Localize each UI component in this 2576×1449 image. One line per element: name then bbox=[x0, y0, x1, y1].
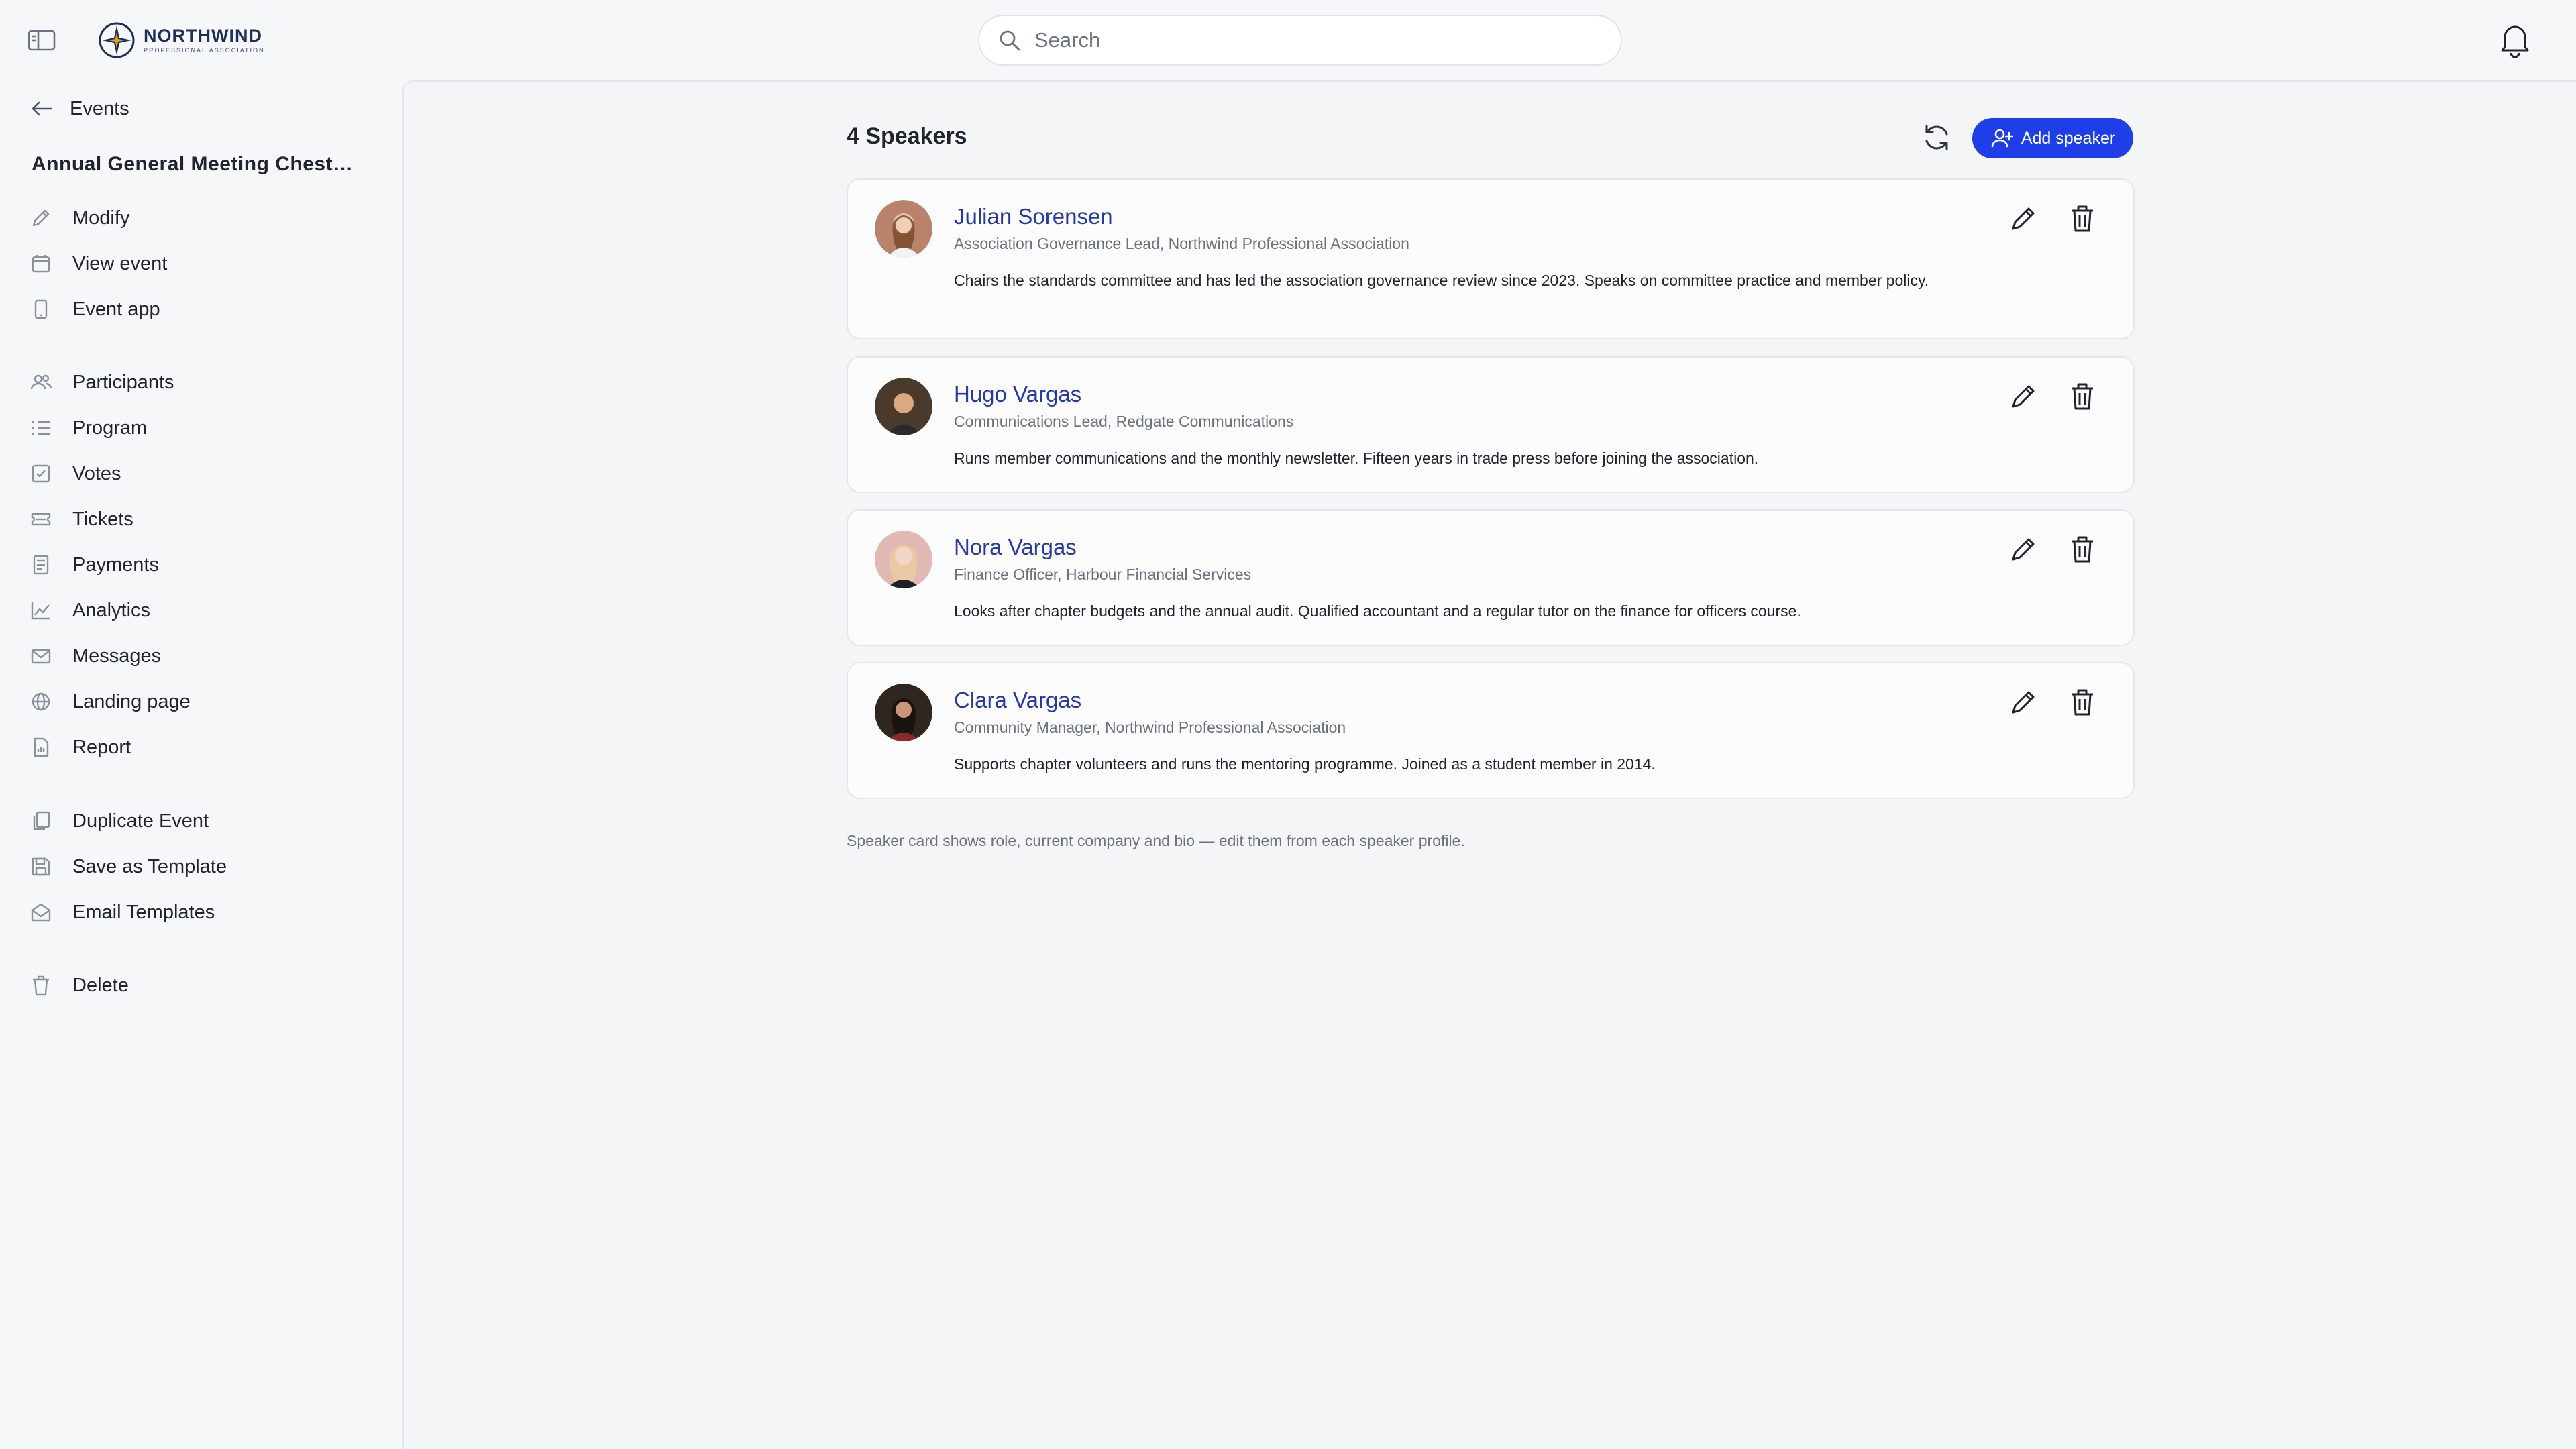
delete-speaker-trash-icon[interactable] bbox=[2066, 533, 2098, 566]
sidebar-item-label: Modify bbox=[72, 207, 130, 229]
edit-speaker-pencil-icon[interactable] bbox=[2007, 686, 2039, 718]
sidebar-item-modify[interactable]: Modify bbox=[30, 199, 378, 237]
avatar bbox=[875, 200, 932, 258]
sidebar-item-view-event[interactable]: View event bbox=[30, 245, 378, 282]
add-speaker-button[interactable]: Add speaker bbox=[1972, 118, 2133, 158]
compass-logo-icon bbox=[99, 22, 135, 58]
speaker-name[interactable]: Julian Sorensen bbox=[954, 204, 1113, 229]
save-icon bbox=[32, 857, 50, 876]
sidebar-item-label: Tickets bbox=[72, 508, 133, 530]
edit-speaker-pencil-icon[interactable] bbox=[2007, 533, 2039, 566]
sidebar-item-program[interactable]: Program bbox=[30, 409, 378, 447]
sidebar-item-analytics[interactable]: Analytics bbox=[30, 592, 378, 629]
sidebar-item-delete[interactable]: Delete bbox=[30, 967, 378, 1004]
speaker-bio: Supports chapter volunteers and runs the… bbox=[954, 755, 1656, 773]
sidebar-item-save-as-template[interactable]: Save as Template bbox=[30, 848, 378, 885]
sidebar-item-label: Payments bbox=[72, 553, 159, 576]
speaker-name[interactable]: Nora Vargas bbox=[954, 535, 1077, 560]
sidebar-item-label: Event app bbox=[72, 298, 160, 320]
phone-icon bbox=[34, 299, 48, 319]
arrow-left-icon bbox=[32, 101, 52, 116]
sidebar-item-email-templates[interactable]: Email Templates bbox=[30, 894, 378, 931]
copy-icon bbox=[33, 811, 50, 830]
chart-icon bbox=[31, 602, 50, 620]
speaker-card: Nora Vargas Finance Officer, Harbour Fin… bbox=[847, 509, 2135, 646]
sidebar-item-tickets[interactable]: Tickets bbox=[30, 500, 378, 538]
main-panel: 4 Speakers Add speaker Julian Sorensen A… bbox=[402, 80, 2576, 1449]
sidebar-item-landing-page[interactable]: Landing page bbox=[30, 683, 378, 720]
sidebar-item-label: Program bbox=[72, 417, 148, 439]
speaker-card: Julian Sorensen Association Governance L… bbox=[847, 178, 2135, 339]
add-speaker-label: Add speaker bbox=[2021, 128, 2116, 148]
sidebar-item-votes[interactable]: Votes bbox=[30, 455, 378, 492]
search-bar[interactable] bbox=[978, 15, 1622, 66]
sidebar-item-participants[interactable]: Participants bbox=[30, 364, 378, 401]
delete-speaker-trash-icon[interactable] bbox=[2066, 380, 2098, 413]
speaker-card-footnote: Speaker card shows role, current company… bbox=[847, 832, 1465, 849]
sidebar-item-label: Messages bbox=[72, 645, 162, 667]
logo-subtitle: PROFESSIONAL ASSOCIATION bbox=[144, 47, 265, 54]
speaker-card: Hugo Vargas Communications Lead, Redgate… bbox=[847, 356, 2135, 493]
avatar bbox=[875, 531, 932, 588]
notifications-bell-icon[interactable] bbox=[2498, 21, 2532, 58]
speaker-role: Finance Officer, Harbour Financial Servi… bbox=[954, 566, 1252, 583]
edit-speaker-pencil-icon[interactable] bbox=[2007, 203, 2039, 235]
receipt-icon bbox=[33, 555, 49, 575]
speaker-name[interactable]: Clara Vargas bbox=[954, 688, 1081, 713]
user-plus-icon bbox=[1991, 129, 2013, 148]
sidebar-item-label: Report bbox=[72, 736, 131, 758]
pencil-icon bbox=[32, 209, 50, 227]
speaker-bio: Runs member communications and the month… bbox=[954, 449, 1759, 467]
ticket-icon bbox=[31, 513, 51, 526]
sidebar-item-label: Delete bbox=[72, 974, 129, 996]
trash-icon bbox=[33, 975, 49, 996]
speaker-name[interactable]: Hugo Vargas bbox=[954, 382, 1081, 407]
list-icon bbox=[32, 421, 50, 435]
speaker-card: Clara Vargas Community Manager, Northwin… bbox=[847, 662, 2135, 799]
envelope-open-icon bbox=[31, 903, 51, 922]
event-title: Annual General Meeting Chester Chapter bbox=[32, 153, 360, 175]
globe-icon bbox=[32, 692, 50, 711]
speakers-count-heading: 4 Speakers bbox=[847, 123, 967, 149]
sidebar-item-label: Landing page bbox=[72, 690, 191, 712]
sidebar-item-label: Votes bbox=[72, 462, 121, 484]
ballot-icon bbox=[32, 464, 50, 483]
speaker-role: Communications Lead, Redgate Communicati… bbox=[954, 413, 1294, 430]
back-link-label: Events bbox=[70, 97, 129, 119]
logo-name: NORTHWIND bbox=[144, 25, 262, 46]
sidebar-item-label: Email Templates bbox=[72, 901, 215, 923]
speaker-role: Community Manager, Northwind Professiona… bbox=[954, 718, 1346, 736]
calendar-icon bbox=[32, 255, 50, 273]
sidebar-item-label: Participants bbox=[72, 371, 174, 393]
sidebar-item-label: Duplicate Event bbox=[72, 810, 209, 832]
mail-icon bbox=[31, 649, 51, 664]
search-input[interactable] bbox=[1034, 28, 1585, 52]
report-icon bbox=[34, 737, 49, 757]
sidebar-item-label: Analytics bbox=[72, 599, 151, 621]
sidebar-item-duplicate-event[interactable]: Duplicate Event bbox=[30, 802, 378, 840]
search-icon bbox=[1000, 30, 1020, 51]
logo[interactable]: NORTHWIND PROFESSIONAL ASSOCIATION bbox=[98, 20, 265, 60]
sidebar-item-event-app[interactable]: Event app bbox=[30, 290, 378, 328]
speaker-bio: Looks after chapter budgets and the annu… bbox=[954, 602, 1801, 620]
sidebar-item-messages[interactable]: Messages bbox=[30, 637, 378, 675]
avatar bbox=[875, 378, 932, 435]
edit-speaker-pencil-icon[interactable] bbox=[2007, 380, 2039, 413]
sidebar-item-label: View event bbox=[72, 252, 168, 274]
users-icon bbox=[30, 374, 52, 390]
refresh-icon[interactable] bbox=[1921, 122, 1952, 153]
delete-speaker-trash-icon[interactable] bbox=[2066, 686, 2098, 718]
speaker-role: Association Governance Lead, Northwind P… bbox=[954, 235, 1409, 252]
sidebar-item-payments[interactable]: Payments bbox=[30, 546, 378, 584]
delete-speaker-trash-icon[interactable] bbox=[2066, 203, 2098, 235]
top-bar: NORTHWIND PROFESSIONAL ASSOCIATION bbox=[0, 0, 2576, 80]
back-to-events-link[interactable]: Events bbox=[30, 90, 129, 127]
sidebar-toggle-icon[interactable] bbox=[27, 28, 56, 52]
sidebar-item-label: Save as Template bbox=[72, 855, 227, 877]
speaker-bio: Chairs the standards committee and has l… bbox=[954, 272, 1929, 289]
sidebar-item-report[interactable]: Report bbox=[30, 729, 378, 766]
sidebar: Events Annual General Meeting Chester Ch… bbox=[0, 80, 402, 1449]
avatar bbox=[875, 684, 932, 741]
